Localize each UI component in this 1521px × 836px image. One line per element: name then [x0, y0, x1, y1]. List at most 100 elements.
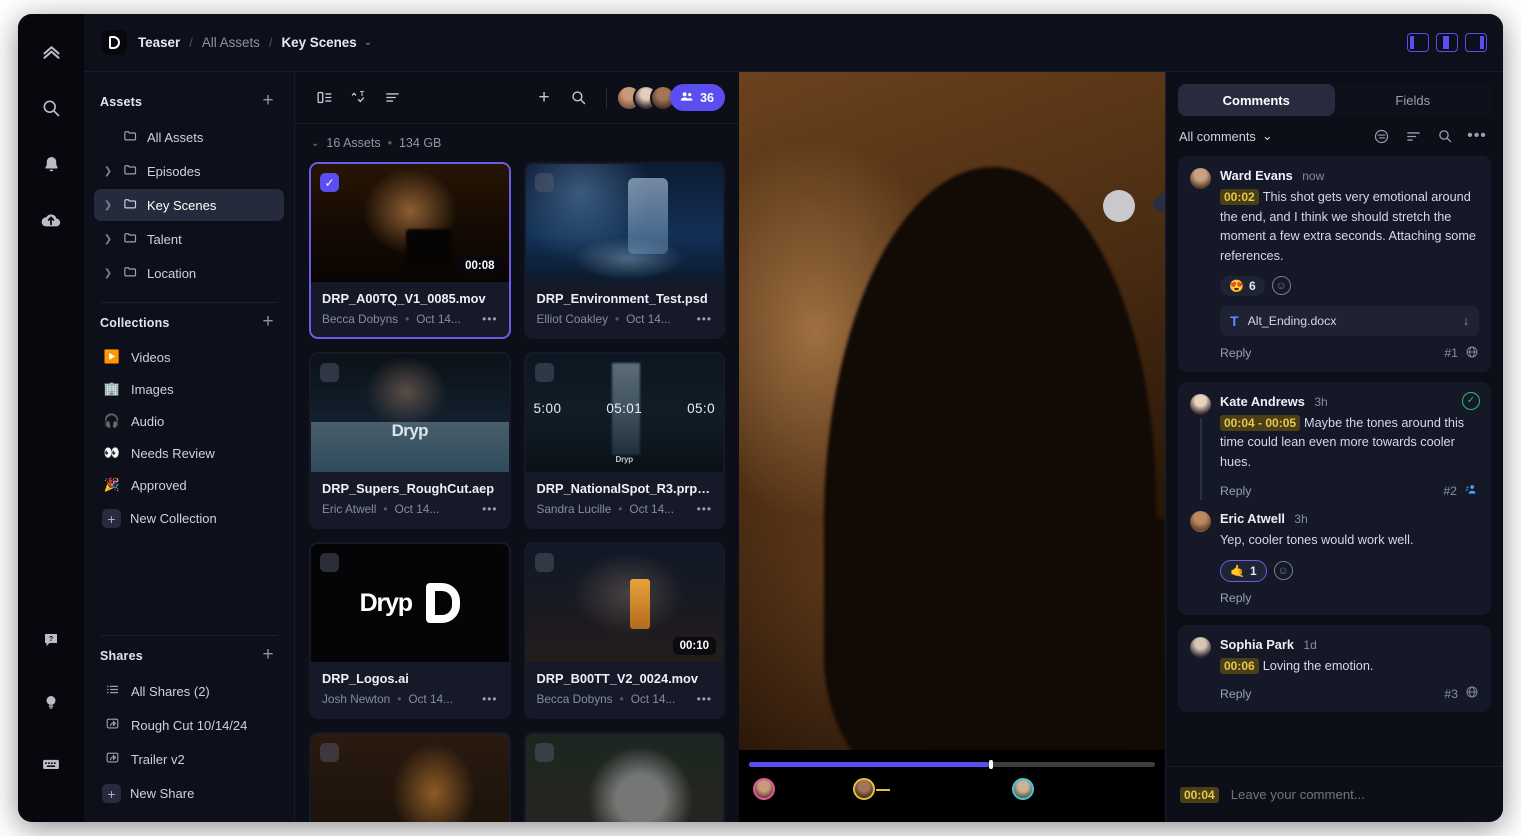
scrubber-playhead[interactable]: [989, 760, 993, 769]
comment-timestamp[interactable]: 00:02: [1220, 189, 1259, 205]
search-icon[interactable]: [563, 83, 593, 113]
sidebar-item-trailer-v2[interactable]: Trailer v2: [94, 743, 284, 775]
add-asset-button[interactable]: +: [529, 83, 559, 113]
sidebar-item-episodes[interactable]: ❯ Episodes: [94, 155, 284, 187]
home-icon[interactable]: [31, 32, 71, 72]
avatar-stack[interactable]: [616, 85, 676, 111]
asset-more-icon[interactable]: •••: [482, 502, 497, 516]
search-icon[interactable]: [31, 88, 71, 128]
sidebar-item-approved[interactable]: 🎉 Approved: [94, 470, 284, 500]
avatar[interactable]: [1190, 394, 1211, 415]
search-icon[interactable]: [1432, 123, 1458, 149]
chevron-down-icon[interactable]: ⌄: [364, 37, 372, 48]
sort-az-icon[interactable]: T: [343, 83, 373, 113]
asset-card[interactable]: Dryp DRP_Logos.ai Josh Newton • Oct 14..…: [309, 542, 511, 719]
chevron-down-icon[interactable]: ⌄: [311, 138, 319, 149]
breadcrumb-item-key-scenes[interactable]: Key Scenes: [282, 35, 357, 50]
asset-card[interactable]: [309, 732, 511, 822]
reply-button[interactable]: Reply: [1220, 591, 1251, 605]
tab-comments[interactable]: Comments: [1178, 84, 1335, 116]
filter-lines-icon[interactable]: [377, 83, 407, 113]
grid-view-icon[interactable]: [309, 83, 339, 113]
scrubber-track[interactable]: [749, 762, 1155, 767]
reply-button[interactable]: Reply: [1220, 484, 1251, 498]
chevron-right-icon[interactable]: ❯: [102, 268, 114, 279]
asset-checkbox[interactable]: [320, 363, 339, 382]
lightbulb-icon[interactable]: [31, 682, 71, 722]
collapse-icon[interactable]: [1368, 123, 1394, 149]
comments-filter-dropdown[interactable]: All comments ⌄: [1179, 128, 1273, 144]
video-frame[interactable]: [739, 72, 1165, 750]
sidebar-item-talent[interactable]: ❯ Talent: [94, 223, 284, 255]
globe-icon[interactable]: [1465, 685, 1479, 702]
cloud-upload-icon[interactable]: [31, 200, 71, 240]
video-player[interactable]: [739, 72, 1165, 822]
asset-checkbox[interactable]: [535, 173, 554, 192]
comment-timestamp[interactable]: 00:06: [1220, 658, 1259, 674]
panel-right-icon[interactable]: [1465, 33, 1487, 52]
sidebar-item-images[interactable]: 🏢 Images: [94, 374, 284, 404]
reply-button[interactable]: Reply: [1220, 687, 1251, 701]
asset-card[interactable]: DRP_Environment_Test.psd Elliot Coakley …: [524, 162, 726, 339]
asset-checkbox[interactable]: ✓: [320, 173, 339, 192]
asset-checkbox[interactable]: [320, 553, 339, 572]
tab-fields[interactable]: Fields: [1335, 84, 1492, 116]
asset-card[interactable]: [524, 732, 726, 822]
comment-composer[interactable]: 00:04: [1166, 766, 1503, 822]
help-icon[interactable]: ?: [31, 620, 71, 660]
chevron-right-icon[interactable]: ❯: [102, 166, 114, 177]
add-asset-icon[interactable]: +: [258, 92, 278, 112]
avatar[interactable]: [1190, 511, 1211, 532]
panel-center-icon[interactable]: [1436, 33, 1458, 52]
download-icon[interactable]: ↓: [1463, 314, 1469, 328]
asset-more-icon[interactable]: •••: [697, 692, 712, 706]
more-icon[interactable]: •••: [1464, 123, 1490, 149]
timeline-marker-cyan[interactable]: [1012, 778, 1034, 800]
annotation-handle[interactable]: [1103, 190, 1135, 222]
asset-checkbox[interactable]: [535, 743, 554, 762]
chevron-right-icon[interactable]: ❯: [102, 200, 114, 211]
add-reaction-icon[interactable]: ☺: [1274, 561, 1293, 580]
timeline-marker-yellow[interactable]: [853, 778, 875, 800]
asset-card[interactable]: Dryp DRP_Supers_RoughCut.aep Eric Atwell…: [309, 352, 511, 529]
add-reaction-icon[interactable]: ☺: [1272, 276, 1291, 295]
asset-more-icon[interactable]: •••: [482, 692, 497, 706]
comment-timestamp[interactable]: 00:04 - 00:05: [1220, 415, 1300, 431]
asset-card[interactable]: 00:10 DRP_B00TT_V2_0024.mov Becca Dobyns…: [524, 542, 726, 719]
chevron-right-icon[interactable]: ❯: [102, 234, 114, 245]
sidebar-item-videos[interactable]: ▶️ Videos: [94, 342, 284, 372]
asset-checkbox[interactable]: [535, 363, 554, 382]
sidebar-item-all-assets[interactable]: All Assets: [94, 121, 284, 153]
sidebar-item-audio[interactable]: 🎧 Audio: [94, 406, 284, 436]
sidebar-item-needs-review[interactable]: 👀 Needs Review: [94, 438, 284, 468]
avatar[interactable]: [1190, 637, 1211, 658]
breadcrumb-item-project[interactable]: Teaser: [138, 35, 180, 50]
sidebar-item-key-scenes[interactable]: ❯ Key Scenes: [94, 189, 284, 221]
bell-icon[interactable]: [31, 144, 71, 184]
reaction-chip[interactable]: 🤙 1: [1220, 560, 1267, 582]
sort-icon[interactable]: [1400, 123, 1426, 149]
asset-more-icon[interactable]: •••: [482, 312, 497, 326]
sidebar-item-all-shares[interactable]: All Shares (2): [94, 675, 284, 707]
globe-icon[interactable]: [1465, 345, 1479, 362]
breadcrumb-item-all-assets[interactable]: All Assets: [202, 35, 260, 50]
asset-more-icon[interactable]: •••: [697, 312, 712, 326]
sidebar-item-location[interactable]: ❯ Location: [94, 257, 284, 289]
panel-left-icon[interactable]: [1407, 33, 1429, 52]
team-icon[interactable]: [1464, 482, 1479, 500]
reaction-chip[interactable]: 😍 6: [1220, 276, 1265, 296]
avatar[interactable]: [1190, 168, 1211, 189]
add-collection-icon[interactable]: +: [258, 313, 278, 333]
reply-button[interactable]: Reply: [1220, 346, 1251, 360]
asset-more-icon[interactable]: •••: [697, 502, 712, 516]
comment-input[interactable]: [1231, 787, 1489, 802]
asset-checkbox[interactable]: [320, 743, 339, 762]
d-logo-icon[interactable]: [102, 30, 127, 55]
keyboard-icon[interactable]: [31, 744, 71, 784]
asset-checkbox[interactable]: [535, 553, 554, 572]
add-share-icon[interactable]: +: [258, 646, 278, 666]
sidebar-item-new-collection[interactable]: + New Collection: [94, 502, 284, 535]
sidebar-item-rough-cut[interactable]: Rough Cut 10/14/24: [94, 709, 284, 741]
panel-resize-handle[interactable]: [1151, 188, 1165, 213]
sidebar-item-new-share[interactable]: + New Share: [94, 777, 284, 810]
